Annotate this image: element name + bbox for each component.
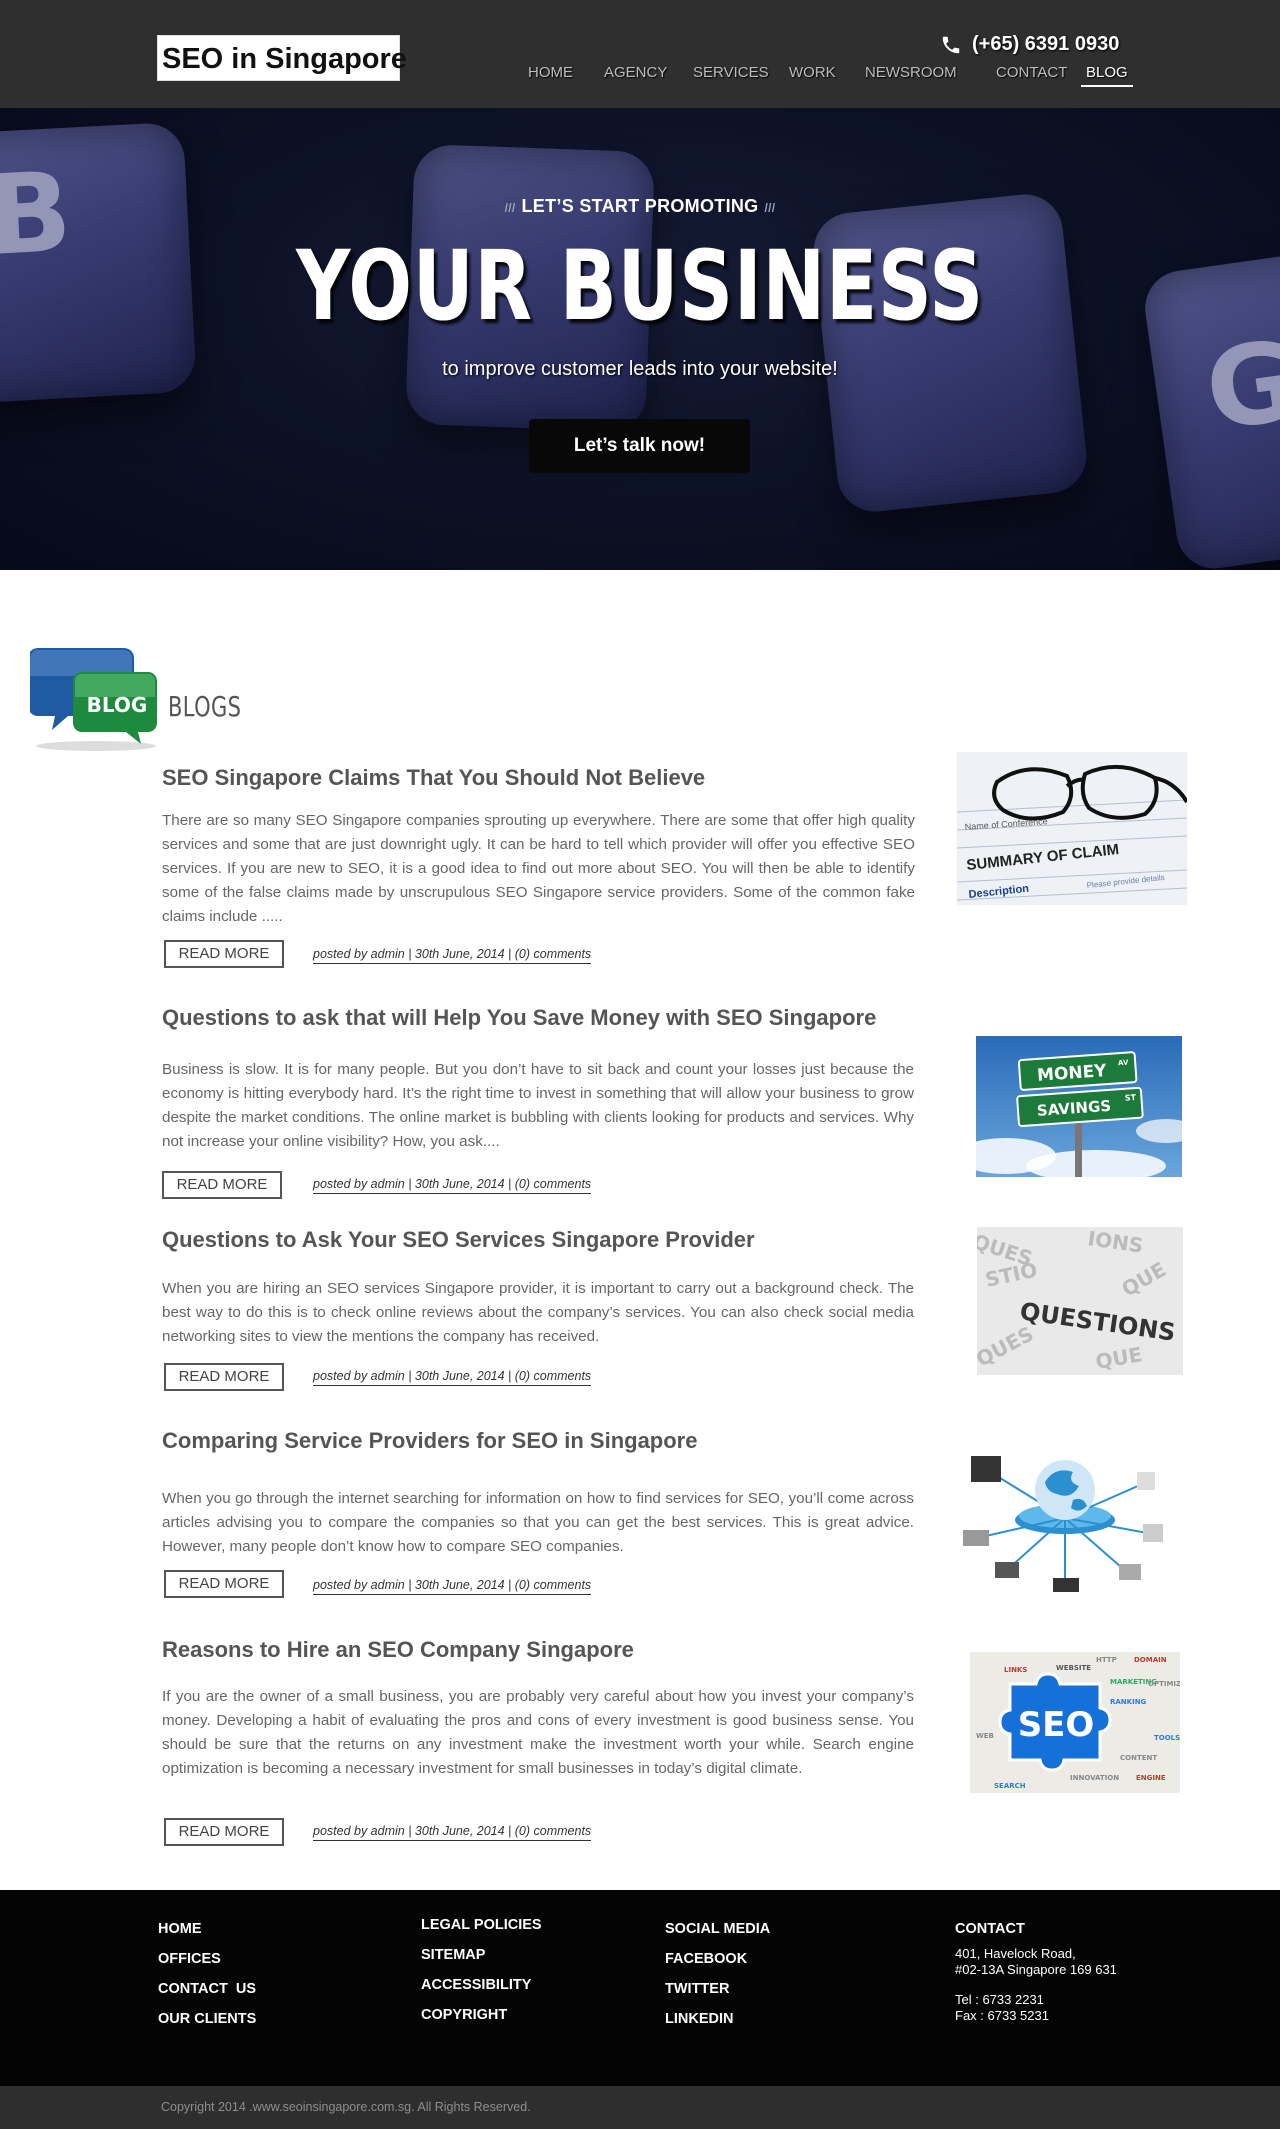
hero-eyebrow: ///LET’S START PROMOTING/// [0,196,1280,217]
money-savings-sign-image: MONEY AV SAVINGS ST [976,1036,1182,1177]
post-meta[interactable]: posted by admin | 30th June, 2014 | (0) … [313,947,592,964]
nav-contact[interactable]: CONTACT [996,64,1067,81]
phone-icon [942,36,960,53]
footer-heading-contact: CONTACT [955,1921,1025,1937]
post-excerpt: When you are hiring an SEO services Sing… [162,1280,914,1345]
footer-col-legal: LEGAL POLICIES SITEMAP ACCESSIBILITY COP… [421,1910,542,2030]
blogs-heading: BLOGS [168,690,242,723]
footer-link-contact-us[interactable]: CONTACT US [158,1974,256,2004]
network-globe-image [957,1438,1172,1598]
lets-talk-button[interactable]: Let’s talk now! [529,419,750,473]
footer-link-our-clients[interactable]: OUR CLIENTS [158,2004,256,2034]
post-title[interactable]: Comparing Service Providers for SEO in S… [162,1428,697,1454]
hero-eyebrow-ornament: /// [764,201,776,215]
post-excerpt: There are so many SEO Singapore companie… [162,812,915,925]
footer-link-sitemap[interactable]: SITEMAP [421,1940,542,1970]
footer-col-social: SOCIAL MEDIA FACEBOOK TWITTER LINKEDIN [665,1914,770,2034]
footer-col-company: HOME OFFICES CONTACT US OUR CLIENTS [158,1914,256,2034]
svg-text:WEB: WEB [976,1732,994,1740]
footer-link-accessibility[interactable]: ACCESSIBILITY [421,1970,542,2000]
post-excerpt: When you go through the internet searchi… [162,1490,914,1555]
svg-text:ENGINE: ENGINE [1136,1774,1166,1782]
nav-services[interactable]: SERVICES [693,64,769,81]
svg-text:SEARCH: SEARCH [994,1782,1026,1790]
post-title[interactable]: Questions to ask that will Help You Save… [162,1005,876,1031]
site-header: SEO in Singapore (+65) 6391 0930 HOME AG… [0,0,1280,108]
nav-newsroom[interactable]: NEWSROOM [865,64,957,81]
copyright-bar: Copyright 2014 .www.seoinsingapore.com.s… [0,2086,1280,2129]
seo-puzzle-image: LINKS WEBSITE HTTP DOMAIN MARKETING OPTI… [970,1652,1180,1793]
questions-words-image: QUES IONS STIO QUE QUES QUE QUESTIONS [977,1227,1183,1375]
svg-text:OPTIMIZE: OPTIMIZE [1148,1680,1180,1688]
hero-eyebrow-ornament: /// [504,201,516,215]
nav-agency[interactable]: AGENCY [604,64,667,81]
phone-number[interactable]: (+65) 6391 0930 [940,33,1119,56]
post-title[interactable]: SEO Singapore Claims That You Should Not… [162,765,705,791]
nav-work[interactable]: WORK [789,64,836,81]
footer-link-twitter[interactable]: TWITTER [665,1974,770,2004]
svg-text:RANKING: RANKING [1110,1698,1147,1706]
blog-bubble-icon: BLOG [30,648,157,751]
footer-heading-social-media: SOCIAL MEDIA [665,1921,771,1937]
nav-blog[interactable]: BLOG [1081,64,1133,87]
phone-text: (+65) 6391 0930 [972,33,1120,55]
svg-text:HTTP: HTTP [1096,1656,1117,1664]
footer-contact: CONTACT 401, Havelock Road, #02-13A Sing… [955,1914,1117,2024]
hero-subtitle: to improve customer leads into your webs… [442,358,838,380]
site-logo[interactable]: SEO in Singapore [157,35,407,81]
footer-link-copyright[interactable]: COPYRIGHT [421,2000,542,2030]
read-more-button[interactable]: READ MORE [164,940,284,968]
post-excerpt: Business is slow. It is for many people.… [162,1061,914,1150]
footer-fax: Fax : 6733 5231 [955,2008,1049,2023]
footer-link-legal-policies[interactable]: LEGAL POLICIES [421,1910,542,1940]
hero-banner: B G ///LET’S START PROMOTING/// YOUR BUS… [0,108,1280,570]
copyright-text: Copyright 2014 .www.seoinsingapore.com.s… [161,2100,531,2114]
svg-text:INNOVATION: INNOVATION [1070,1774,1119,1782]
read-more-button[interactable]: READ MORE [164,1570,284,1598]
post-meta[interactable]: posted by admin | 30th June, 2014 | (0) … [313,1578,592,1595]
claim-form-image: Name of Conference SUMMARY OF CLAIM Desc… [957,752,1187,905]
post-meta[interactable]: posted by admin | 30th June, 2014 | (0) … [313,1824,592,1841]
svg-text:SEO: SEO [1018,1705,1095,1745]
footer-address-line-1: 401, Havelock Road, [955,1946,1076,1961]
svg-text:AV: AV [1118,1058,1129,1067]
footer-link-home[interactable]: HOME [158,1914,256,1944]
post-meta[interactable]: posted by admin | 30th June, 2014 | (0) … [313,1177,592,1194]
footer-tel: Tel : 6733 2231 [955,1992,1044,2007]
svg-text:TOOLS: TOOLS [1154,1734,1180,1742]
svg-text:CONTENT: CONTENT [1120,1754,1157,1762]
nav-home[interactable]: HOME [528,64,573,81]
svg-text:WEBSITE: WEBSITE [1056,1664,1091,1672]
svg-text:DOMAIN: DOMAIN [1134,1656,1167,1664]
main-nav: HOME AGENCY SERVICES WORK NEWSROOM CONTA… [520,64,1140,94]
blog-bubble-label: BLOG [87,693,148,717]
read-more-button[interactable]: READ MORE [164,1818,284,1846]
post-excerpt: If you are the owner of a small business… [162,1688,914,1777]
footer-address-line-2: #02-13A Singapore 169 631 [955,1962,1117,1977]
read-more-button[interactable]: READ MORE [164,1363,284,1391]
footer-link-linkedin[interactable]: LINKEDIN [665,2004,770,2034]
post-meta[interactable]: posted by admin | 30th June, 2014 | (0) … [313,1369,592,1386]
post-title[interactable]: Questions to Ask Your SEO Services Singa… [162,1227,755,1253]
post-title[interactable]: Reasons to Hire an SEO Company Singapore [162,1637,634,1663]
hero-title: YOUR BUSINESS [296,230,984,342]
footer-link-facebook[interactable]: FACEBOOK [665,1944,770,1974]
footer-link-offices[interactable]: OFFICES [158,1944,256,1974]
svg-text:LINKS: LINKS [1004,1666,1027,1674]
read-more-button[interactable]: READ MORE [162,1171,282,1199]
svg-text:ST: ST [1125,1093,1137,1103]
site-footer: HOME OFFICES CONTACT US OUR CLIENTS LEGA… [0,1890,1280,2086]
